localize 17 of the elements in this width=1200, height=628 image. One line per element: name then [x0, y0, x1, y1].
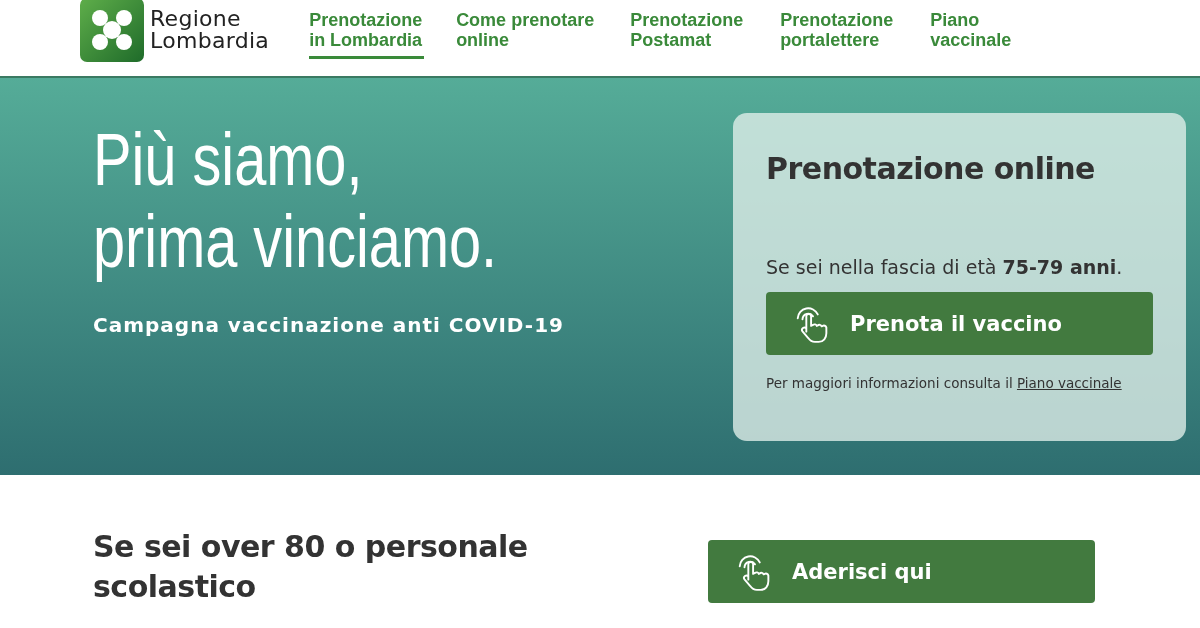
book-vaccine-button[interactable]: Prenota il vaccino: [766, 292, 1153, 355]
logo-text: Regione: [150, 8, 242, 30]
headline-text: prima vinciamo.: [93, 201, 499, 283]
nav-tab[interactable]: Prenotazione portalettere: [780, 10, 899, 59]
nav-tab[interactable]: Piano vaccinale: [930, 10, 1021, 59]
nav-tab[interactable]: Prenotazione Postamat: [630, 10, 749, 59]
hero-subtitle: Campagna vaccinazione anti COVID-19: [93, 313, 565, 337]
join-button[interactable]: Aderisci qui: [708, 540, 1095, 603]
plan-link[interactable]: Piano vaccinale: [1016, 375, 1122, 391]
headline-text: Più siamo,: [93, 119, 364, 201]
nav-tab[interactable]: Prenotazione in Lombardia: [309, 10, 425, 59]
card-title: Prenotazione online: [766, 151, 1096, 186]
eligibility-text: Se sei nella fascia di età 75-79 anni.: [766, 256, 1124, 278]
nav-tab[interactable]: Come prenotare online: [456, 10, 599, 59]
logo-text: Lombardia: [150, 30, 270, 52]
info-text: Per maggiori informazioni consulta il Piano vaccinale: [766, 375, 1123, 391]
section-heading: Se sei over 80 o personale scolastico: [93, 528, 529, 606]
